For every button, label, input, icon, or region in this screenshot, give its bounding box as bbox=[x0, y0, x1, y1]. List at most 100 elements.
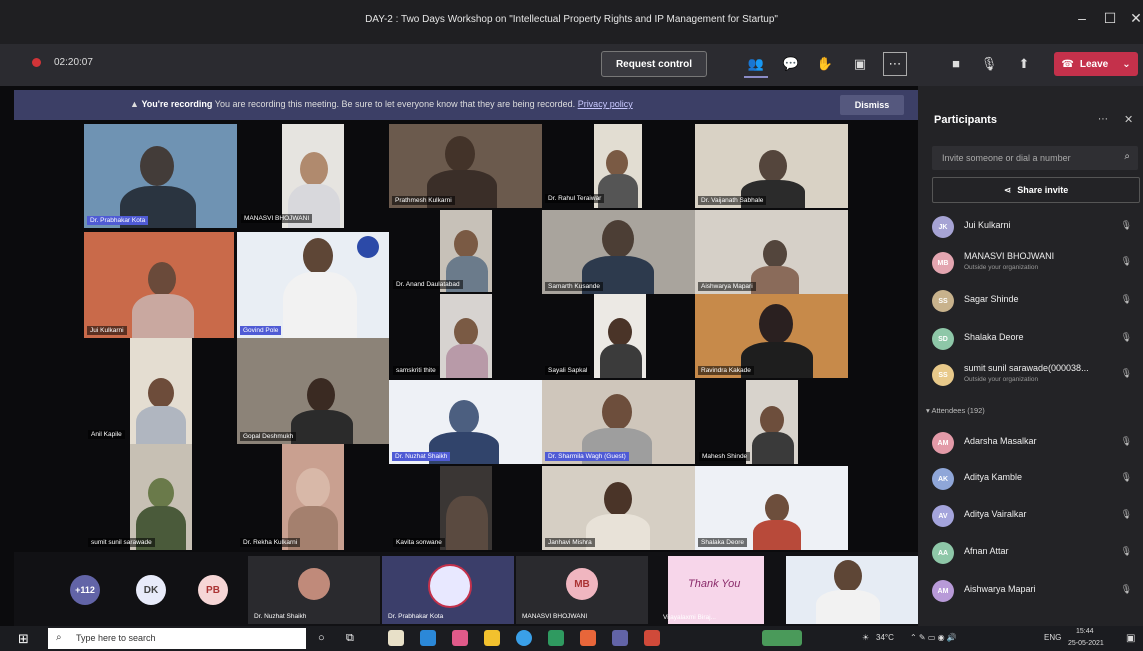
active-app-icon[interactable] bbox=[762, 630, 802, 646]
attendee-row[interactable]: AM Adarsha Masalkar 🎙 bbox=[932, 428, 1138, 458]
video-tile[interactable]: Prathmesh Kulkarni bbox=[389, 124, 542, 208]
video-tile[interactable] bbox=[746, 380, 798, 464]
video-tile[interactable]: Jui Kulkarni bbox=[84, 232, 234, 338]
chat-icon[interactable]: 💬 bbox=[779, 52, 803, 76]
tile-name: Dr. Rahul Teraiwar bbox=[545, 194, 605, 203]
explorer-icon[interactable] bbox=[484, 630, 500, 646]
participant-row[interactable]: MB MANASVI BHOJWANI Outside your organiz… bbox=[932, 248, 1138, 278]
avatar[interactable]: PB bbox=[198, 575, 228, 605]
video-tile[interactable]: Dr. Nuzhat Shaikh bbox=[389, 380, 542, 464]
attendee-row[interactable]: AA Afnan Attar 🎙 bbox=[932, 538, 1138, 568]
close-icon[interactable]: ✕ bbox=[1124, 10, 1143, 27]
participant-row[interactable]: SD Shalaka Deore 🎙 bbox=[932, 324, 1138, 354]
share-icon: ⋖ bbox=[1003, 184, 1012, 195]
window-title: DAY-2 : Two Days Workshop on "Intellectu… bbox=[365, 14, 778, 25]
leave-button[interactable]: ☎ Leave ⌄ bbox=[1054, 52, 1138, 76]
avatar: AK bbox=[932, 468, 954, 490]
tile-name: Janhavi Mishra bbox=[545, 538, 595, 547]
video-tile[interactable]: Gopal Deshmukh bbox=[237, 338, 389, 444]
phone-icon: ☎ bbox=[1061, 58, 1074, 70]
chevron-down-icon: ⌄ bbox=[1122, 58, 1131, 70]
video-tile[interactable]: Samarth Kusande bbox=[542, 210, 695, 294]
participant-name: sumit sunil sarawade(000038... bbox=[964, 363, 1089, 373]
microphone-icon[interactable]: 🎙 bbox=[977, 52, 1001, 76]
video-tile[interactable]: Aishwarya Mapari bbox=[695, 210, 848, 294]
participant-name: MANASVI BHOJWANI bbox=[964, 251, 1055, 261]
clock-time: 15:44 bbox=[1076, 628, 1094, 635]
request-control-button[interactable]: Request control bbox=[601, 51, 707, 77]
mail-icon[interactable] bbox=[420, 630, 436, 646]
participant-name: Shalaka Deore bbox=[964, 332, 1024, 342]
tile-name: Dr. Rekha Kulkarni bbox=[240, 538, 301, 547]
language-indicator[interactable]: ENG bbox=[1044, 633, 1061, 642]
video-tile[interactable]: Dr. Vaijanath Sabhale bbox=[695, 124, 848, 208]
share-invite-button[interactable]: ⋖ Share invite bbox=[932, 177, 1140, 203]
recording-heading: You're recording bbox=[141, 99, 213, 109]
maximize-icon[interactable]: ☐ bbox=[1098, 10, 1122, 27]
rooms-icon[interactable]: ▣ bbox=[848, 52, 872, 76]
video-tile[interactable]: Govind Pole bbox=[237, 232, 389, 338]
attendee-name: Aditya Kamble bbox=[964, 472, 1023, 482]
attendees-header[interactable]: ▾ Attendees (192) bbox=[926, 406, 985, 415]
video-tile[interactable]: Shalaka Deore bbox=[695, 466, 848, 550]
edge-icon[interactable] bbox=[516, 630, 532, 646]
video-tile[interactable]: Dr. Prabhakar Kota bbox=[84, 124, 237, 228]
recording-message: You are recording this meeting. Be sure … bbox=[214, 99, 576, 109]
video-tile[interactable] bbox=[440, 294, 492, 378]
office-icon[interactable] bbox=[580, 630, 596, 646]
mic-off-icon: 🎙 bbox=[1120, 472, 1132, 482]
tile-name: Kavita sonwane bbox=[393, 538, 445, 547]
participant-row[interactable]: SS Sagar Shinde 🎙 bbox=[932, 286, 1138, 316]
app-icon[interactable] bbox=[644, 630, 660, 646]
camera-icon[interactable]: ■ bbox=[944, 52, 968, 76]
tile-name: Shalaka Deore bbox=[698, 538, 747, 547]
participants-icon[interactable]: 👥 bbox=[744, 52, 768, 78]
teams-icon[interactable] bbox=[612, 630, 628, 646]
stage-tile[interactable] bbox=[786, 556, 918, 624]
weather-icon[interactable]: ☀ bbox=[862, 633, 869, 642]
video-tile[interactable] bbox=[282, 124, 344, 228]
invite-input[interactable]: Invite someone or dial a number ⌕ bbox=[932, 146, 1138, 170]
video-tile[interactable]: Dr. Sharmila Wagh (Guest) bbox=[542, 380, 695, 464]
share-screen-icon[interactable]: ⬆ bbox=[1012, 52, 1036, 76]
stage-tile[interactable]: MB MANASVI BHOJWANI bbox=[516, 556, 648, 624]
video-tile[interactable] bbox=[594, 294, 646, 378]
stage-tile[interactable]: Dr. Prabhakar Kota bbox=[382, 556, 514, 624]
video-tile[interactable] bbox=[282, 444, 344, 550]
close-panel-icon[interactable]: ✕ bbox=[1124, 113, 1133, 126]
video-tile[interactable] bbox=[130, 444, 192, 550]
system-tray-icons[interactable]: ⌃ ✎ ▭ ◉ 🔊 bbox=[910, 633, 957, 642]
stage-tile[interactable]: Dr. Nuzhat Shaikh bbox=[248, 556, 380, 624]
task-view-icon[interactable]: ⧉ bbox=[346, 632, 354, 645]
search-icon: ⌕ bbox=[1124, 151, 1130, 162]
more-options-icon[interactable]: ⋯ bbox=[1098, 114, 1108, 125]
attendee-row[interactable]: AM Aishwarya Mapari 🎙 bbox=[932, 576, 1138, 606]
raise-hand-icon[interactable]: ✋ bbox=[813, 52, 837, 76]
video-tile[interactable] bbox=[130, 338, 192, 444]
attendee-row[interactable]: AK Aditya Kamble 🎙 bbox=[932, 464, 1138, 494]
overflow-count[interactable]: +112 bbox=[70, 575, 100, 605]
privacy-policy-link[interactable]: Privacy policy bbox=[578, 99, 633, 109]
app-icon[interactable] bbox=[548, 630, 564, 646]
leave-label: Leave bbox=[1079, 58, 1109, 70]
app-icon[interactable] bbox=[452, 630, 468, 646]
cortana-icon[interactable]: ○ bbox=[318, 632, 325, 644]
taskbar-search[interactable]: ⌕ Type here to search bbox=[48, 628, 306, 649]
video-tile[interactable]: Janhavi Mishra bbox=[542, 466, 695, 550]
minimize-icon[interactable]: – bbox=[1070, 10, 1094, 26]
dismiss-button[interactable]: Dismiss bbox=[840, 95, 904, 115]
tile-name: Jui Kulkarni bbox=[87, 326, 127, 335]
participant-row[interactable]: JK Jui Kulkarni 🎙 bbox=[932, 212, 1138, 242]
video-tile[interactable] bbox=[440, 466, 492, 550]
store-icon[interactable] bbox=[388, 630, 404, 646]
tile-name: Mahesh Shinde bbox=[699, 452, 751, 461]
participant-name: Jui Kulkarni bbox=[964, 220, 1011, 230]
tile-name: Dr. Nuzhat Shaikh bbox=[392, 452, 451, 461]
attendee-row[interactable]: AV Aditya Vairalkar 🎙 bbox=[932, 501, 1138, 531]
video-tile[interactable]: Ravindra Kakade bbox=[695, 294, 848, 378]
notification-icon[interactable]: ▣ bbox=[1126, 633, 1135, 644]
avatar[interactable]: DK bbox=[136, 575, 166, 605]
windows-start-icon[interactable]: ⊞ bbox=[18, 631, 29, 647]
more-actions-icon[interactable]: ⋯ bbox=[883, 52, 907, 76]
participant-row[interactable]: SS sumit sunil sarawade(000038... Outsid… bbox=[932, 360, 1138, 390]
